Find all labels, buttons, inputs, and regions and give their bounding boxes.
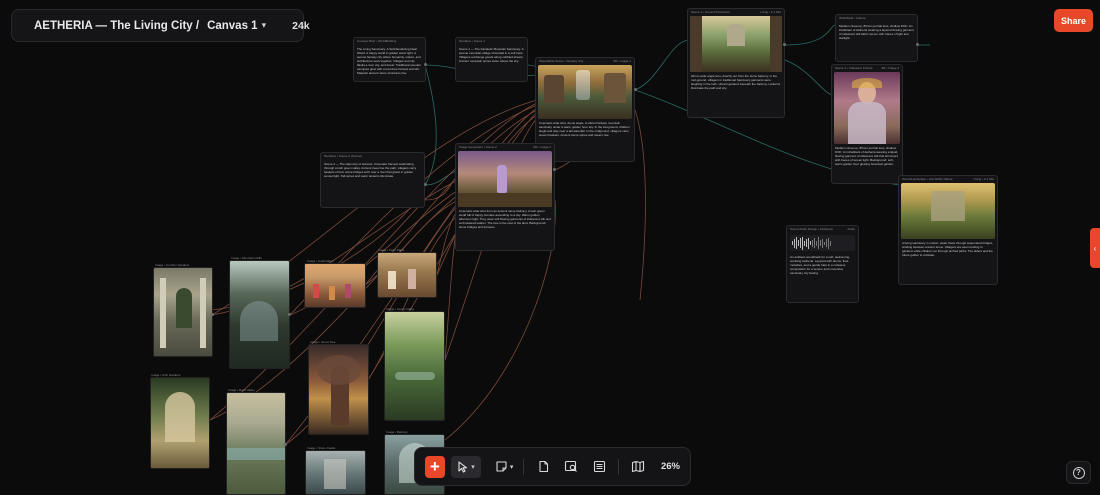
- node-port[interactable]: [424, 183, 427, 186]
- node-header: Sheet/Wide Scene • Fantasy City SR • Imag…: [539, 59, 631, 63]
- node-header: Narrative • Scene 1: [459, 39, 485, 43]
- generated-image: [458, 151, 552, 207]
- select-tool-button[interactable]: ▾: [450, 455, 482, 478]
- document-icon: [539, 460, 548, 473]
- node-text: Medium close-up, 85mm portrait lens, sha…: [839, 24, 914, 40]
- node-port[interactable]: [288, 313, 291, 316]
- chevron-down-icon[interactable]: ▾: [262, 20, 267, 31]
- node-port[interactable]: [783, 43, 786, 46]
- generated-image: [538, 65, 632, 119]
- node-text: A living sanctuary in motion: water flow…: [902, 241, 994, 257]
- project-header: AETHERIA — The Living City / Canvas 1 ▾ …: [11, 9, 310, 42]
- image-search-button[interactable]: [560, 456, 582, 478]
- generated-image: [901, 183, 995, 239]
- node-text: Cinematic wide shot, drone angle. A vibr…: [539, 121, 630, 137]
- node-text: Cinematic wide shot from an ancient ston…: [459, 209, 551, 229]
- audio-waveform[interactable]: [790, 235, 855, 251]
- prompt-node-concept[interactable]: Concept Brief • WorldBuilding The Living…: [353, 37, 426, 82]
- node-port[interactable]: [211, 313, 214, 316]
- image-node-town-plaza[interactable]: [377, 252, 437, 298]
- share-button[interactable]: Share: [1054, 9, 1093, 32]
- node-header: Scene/Landscape • Life Within Nature Livi…: [902, 177, 994, 181]
- image-gen-node-portrait[interactable]: Scene 3 • Character Portrait SR • Image 3…: [831, 64, 903, 184]
- chevron-down-icon: ▾: [509, 463, 514, 471]
- node-header: Scene 1 • Ground Production Living • 1:1 …: [691, 10, 781, 14]
- chevron-down-icon: ▾: [471, 463, 475, 471]
- node-header: Worldbuild • Culture: [839, 16, 866, 20]
- node-text: Medium close-up, 85mm portrait lens, sha…: [835, 146, 899, 166]
- image-node-river-valley[interactable]: [226, 392, 286, 495]
- node-text: Scene 2 — The Harmony of Harvest. Cinema…: [324, 162, 417, 178]
- node-header: Scene 3 • Character Portrait SR • Image 3: [835, 66, 899, 70]
- image-search-icon: [565, 460, 577, 472]
- node-text: 20mm wide angle lens, directly out from …: [691, 74, 781, 90]
- image-node-stone-castle[interactable]: [305, 450, 366, 495]
- credits-count[interactable]: 24k: [292, 20, 310, 32]
- image-gen-node-scene-2[interactable]: Image Generation • Scene 2 SR • Image 2 C…: [455, 143, 555, 251]
- node-port[interactable]: [916, 43, 919, 46]
- node-header: Sound Audio Design • Ambience Audio: [790, 227, 855, 231]
- add-node-button[interactable]: +: [425, 455, 445, 478]
- sticky-note-button[interactable]: ▾: [493, 456, 515, 478]
- audio-gen-node[interactable]: Sound Audio Design • Ambience Audio An am…: [786, 225, 859, 303]
- prompt-node-scene-2[interactable]: Narrative • Scene 2 (Sunset) Scene 2 — T…: [320, 152, 425, 208]
- divider: [618, 458, 619, 475]
- prompt-node-scene-1[interactable]: Narrative • Scene 1 Scene 1 — The Fantas…: [455, 37, 528, 82]
- node-port[interactable]: [424, 63, 427, 66]
- image-node-corridor[interactable]: [153, 267, 213, 357]
- map-button[interactable]: [627, 456, 649, 478]
- node-header: Narrative • Scene 2 (Sunset): [324, 154, 363, 158]
- generated-image: [834, 72, 900, 144]
- node-text: An ambient soundtrack for a soft, welcom…: [790, 255, 850, 275]
- image-gen-node-landscape[interactable]: Scene/Landscape • Life Within Nature Livi…: [898, 175, 998, 285]
- image-node-celebration[interactable]: [304, 263, 366, 308]
- image-node-arch-gardens[interactable]: [150, 377, 210, 469]
- help-button[interactable]: ?: [1066, 461, 1091, 484]
- node-header: Concept Brief • WorldBuilding: [357, 39, 397, 43]
- divider: [523, 458, 525, 475]
- node-port[interactable]: [634, 88, 637, 91]
- infinite-canvas[interactable]: Concept Brief • WorldBuilding The Living…: [0, 0, 1100, 495]
- node-port[interactable]: [284, 443, 287, 446]
- node-text: Scene 1 — The Fantastic Mountain Sanctua…: [459, 47, 524, 63]
- list-icon: [593, 460, 605, 473]
- node-port[interactable]: [553, 168, 556, 171]
- sticky-note-icon: [496, 461, 507, 472]
- zoom-level[interactable]: 26%: [661, 461, 680, 472]
- pointer-icon: [458, 460, 468, 473]
- side-panel-toggle-icon[interactable]: ‹: [1090, 228, 1100, 268]
- document-button[interactable]: [532, 456, 554, 478]
- generated-image: [690, 16, 782, 72]
- list-button[interactable]: [588, 456, 610, 478]
- project-title[interactable]: AETHERIA — The Living City /: [34, 20, 199, 32]
- image-node-green-valley[interactable]: [384, 311, 445, 421]
- image-node-mountain-cliffs[interactable]: [229, 260, 290, 369]
- map-icon: [631, 460, 645, 473]
- help-icon: ?: [1072, 466, 1085, 479]
- image-gen-node-top[interactable]: Scene 1 • Ground Production Living • 1:1 …: [687, 8, 785, 118]
- bottom-toolbar: + ▾ ▾ 26%: [414, 447, 691, 486]
- canvas-name[interactable]: Canvas 1: [207, 20, 258, 32]
- prompt-node-culture[interactable]: Worldbuild • Culture Medium close-up, 85…: [835, 14, 918, 62]
- image-node-great-tree[interactable]: [308, 344, 369, 435]
- node-header: Image Generation • Scene 2 SR • Image 2: [459, 145, 551, 149]
- node-text: The Living Sanctuary: A Self-Sustaining …: [357, 47, 421, 75]
